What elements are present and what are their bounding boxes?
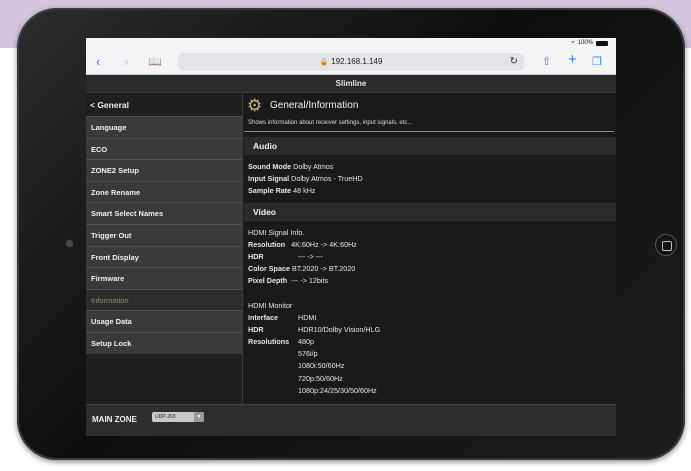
lock-icon: 🔒	[319, 59, 329, 66]
home-button[interactable]	[655, 234, 677, 256]
monitor-hdr-row: HDR HDR10/Dolby Vision/HLG	[244, 324, 616, 336]
pixel-depth-label: Pixel Depth	[248, 276, 288, 286]
monitor-hdr-value: HDR10/Dolby Vision/HLG	[298, 324, 381, 334]
zone-label: MAIN ZONE	[92, 415, 137, 424]
hdr-label: HDR	[248, 251, 264, 261]
input-signal-row: Input Signal Dolby Atmos - TrueHD	[244, 173, 616, 185]
app-title: Slimline	[86, 75, 616, 93]
input-signal-value: Dolby Atmos - TrueHD	[291, 174, 363, 184]
sidebar-item-eco[interactable]: ECO	[86, 137, 242, 160]
forward-arrow-icon[interactable]: ›	[124, 54, 128, 70]
front-camera	[66, 240, 73, 247]
tabs-icon[interactable]: ❐	[592, 54, 602, 70]
resolution-row: Resolution 4K:60Hz -> 4K:60Hz	[244, 239, 616, 251]
page-title: General/Information	[270, 100, 359, 111]
pixel-depth-value: --- -> 12bits	[291, 276, 329, 286]
sidebar-item-zone-rename[interactable]: Zone Rename	[86, 180, 242, 203]
sidebar-item-front-display[interactable]: Front Display	[86, 245, 242, 268]
bookmarks-icon[interactable]: 📖	[148, 54, 162, 70]
sidebar-item-information[interactable]: Information	[86, 288, 242, 311]
resolution-item: 720p:50/60Hz	[298, 373, 343, 383]
browser-toolbar: ‹ › 📖 🔒 192.168.1.149 ↻ ⇧ + ❐	[86, 50, 616, 75]
resolution-label: Resolution	[248, 239, 286, 249]
chevron-down-icon: ▼	[194, 412, 204, 422]
color-space-value: BT.2020 -> BT.2020	[291, 264, 356, 274]
sound-mode-row: Sound Mode Dolby Atmos	[244, 161, 616, 173]
settings-content: < General Language ECO ZONE2 Setup Zone …	[86, 94, 616, 404]
address-bar[interactable]: 🔒 192.168.1.149 ↻	[178, 53, 524, 71]
interface-label: Interface	[248, 312, 278, 322]
back-to-general[interactable]: < General	[86, 94, 242, 116]
resolution-item: 1080p:24/25/30/50/60Hz	[298, 385, 377, 395]
url-text: 192.168.1.149	[331, 57, 383, 66]
wifi-icon: ≈	[571, 40, 575, 46]
zone-select-value: UDP-203	[155, 414, 176, 420]
sample-rate-value: 48 kHz	[293, 186, 316, 196]
sidebar-item-smart-select-names[interactable]: Smart Select Names	[86, 202, 242, 224]
hdmi-monitor-heading: HDMI Monitor	[248, 300, 293, 310]
gear-icon: ⚙	[247, 96, 263, 115]
resolution-value: 4K:60Hz -> 4K:60Hz	[291, 239, 357, 249]
monitor-hdr-label: HDR	[248, 324, 264, 334]
sample-rate-label: Sample Rate	[248, 186, 292, 196]
new-tab-icon[interactable]: +	[568, 52, 577, 68]
sidebar-item-firmware[interactable]: Firmware	[86, 267, 242, 289]
page-description: Shows information about receiver setting…	[248, 120, 413, 126]
resolution-item: 576i/p	[298, 349, 318, 359]
audio-section-heading: Audio	[244, 137, 616, 155]
reload-icon[interactable]: ↻	[510, 53, 518, 71]
resolution-item: 480p	[298, 337, 314, 347]
sound-mode-label: Sound Mode	[248, 162, 292, 171]
resolutions-row: Resolutions 480p	[244, 336, 616, 348]
back-arrow-icon[interactable]: ‹	[96, 54, 100, 70]
sidebar-item-zone2-setup[interactable]: ZONE2 Setup	[86, 159, 242, 181]
sidebar-item-usage-data[interactable]: Usage Data	[86, 310, 242, 332]
sidebar-item-setup-lock[interactable]: Setup Lock	[86, 331, 242, 354]
resolutions-label: Resolutions	[248, 337, 290, 347]
color-space-label: Color Space	[248, 264, 290, 274]
sound-mode-value: Dolby Atmos	[293, 162, 334, 171]
zone-bar: MAIN ZONE UDP-203 ▼	[86, 404, 616, 436]
battery-icon	[596, 40, 608, 46]
interface-row: Interface HDMI	[244, 312, 616, 324]
interface-value: HDMI	[298, 312, 317, 322]
resolution-item: 1080i:50/60Hz	[298, 361, 345, 371]
video-section-heading: Video	[244, 202, 616, 221]
color-space-row: Color Space BT.2020 -> BT.2020	[244, 263, 616, 275]
share-icon[interactable]: ⇧	[542, 54, 551, 70]
hdmi-signal-heading: HDMI Signal Info.	[248, 227, 305, 237]
sample-rate-row: Sample Rate 48 kHz	[244, 185, 616, 197]
tablet-screen: ≈ 100% ‹ › 📖 🔒 192.168.1.149 ↻ ⇧ + ❐ Slim…	[86, 38, 616, 436]
sidebar: < General Language ECO ZONE2 Setup Zone …	[86, 94, 243, 404]
battery-percent: 100%	[577, 40, 593, 46]
hdr-row: HDR --- -> ---	[244, 251, 616, 263]
panel-header: ⚙ General/Information Shows information …	[244, 94, 614, 132]
hdr-value: --- -> ---	[298, 251, 323, 261]
information-panel: ⚙ General/Information Shows information …	[244, 94, 616, 404]
sidebar-item-language[interactable]: Language	[86, 116, 242, 138]
sidebar-item-trigger-out[interactable]: Trigger Out	[86, 223, 242, 246]
status-bar: ≈ 100%	[86, 38, 616, 50]
zone-source-select[interactable]: UDP-203 ▼	[152, 412, 204, 422]
input-signal-label: Input Signal	[248, 174, 290, 184]
pixel-depth-row: Pixel Depth --- -> 12bits	[244, 275, 616, 287]
